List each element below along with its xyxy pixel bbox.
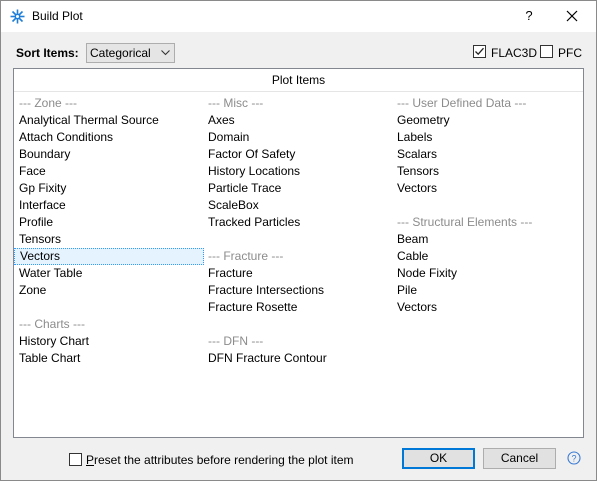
preset-attributes-checkbox[interactable] (69, 453, 82, 466)
close-icon[interactable] (559, 5, 585, 27)
list-spacer (392, 197, 581, 214)
plot-item[interactable]: Cable (392, 248, 581, 265)
plot-items-header: Plot Items (14, 69, 583, 92)
sort-items-label: Sort Items: (16, 46, 79, 60)
plot-items-panel: Plot Items --- Zone --- Analytical Therma… (13, 68, 584, 438)
plot-item[interactable]: Factor Of Safety (203, 146, 392, 163)
category-header: --- DFN --- (208, 334, 264, 348)
pfc-checkbox[interactable] (540, 45, 553, 58)
chevron-down-icon (161, 50, 170, 56)
plot-item[interactable]: Beam (392, 231, 581, 248)
sort-items-value: Categorical (90, 46, 151, 60)
plot-item[interactable]: Geometry (392, 112, 581, 129)
plot-item[interactable]: Analytical Thermal Source (14, 112, 204, 129)
plot-item[interactable]: Vectors (14, 248, 204, 265)
plot-item[interactable]: Fracture (203, 265, 392, 282)
plot-item[interactable]: Boundary (14, 146, 204, 163)
plot-item[interactable]: Face (14, 163, 204, 180)
plot-item[interactable]: Table Chart (14, 350, 204, 367)
plot-item[interactable]: Attach Conditions (14, 129, 204, 146)
window-title: Build Plot (32, 9, 83, 23)
plot-item[interactable]: Tensors (392, 163, 581, 180)
category-header: --- Charts --- (19, 317, 85, 331)
plot-item[interactable]: Vectors (392, 299, 581, 316)
app-icon (10, 9, 25, 24)
plot-item[interactable]: DFN Fracture Contour (203, 350, 392, 367)
plot-item[interactable]: History Locations (203, 163, 392, 180)
list-spacer (203, 231, 392, 248)
preset-attributes-label: Preset the attributes before rendering t… (86, 453, 354, 467)
checkmark-icon (475, 47, 484, 56)
plot-items-column-2: --- Misc --- Axes Domain Factor Of Safety Hi… (203, 95, 392, 367)
plot-item[interactable]: Fracture Rosette (203, 299, 392, 316)
build-plot-dialog: Build Plot ? Sort Items: Categorical FLA… (0, 0, 597, 481)
svg-text:?: ? (571, 454, 576, 464)
cancel-button[interactable]: Cancel (483, 448, 556, 469)
plot-item[interactable]: Tensors (14, 231, 204, 248)
plot-item[interactable]: Zone (14, 282, 204, 299)
plot-item[interactable]: Water Table (14, 265, 204, 282)
list-spacer (14, 299, 204, 316)
flac3d-label: FLAC3D (491, 46, 538, 60)
plot-items-column-1: --- Zone --- Analytical Thermal Source Att… (14, 95, 204, 367)
plot-items-column-3: --- User Defined Data --- Geometry Labels S… (392, 95, 581, 316)
list-spacer (203, 316, 392, 333)
plot-item[interactable]: Domain (203, 129, 392, 146)
plot-item[interactable]: Labels (392, 129, 581, 146)
plot-item[interactable]: ScaleBox (203, 197, 392, 214)
pfc-label: PFC (558, 46, 582, 60)
plot-item[interactable]: Particle Trace (203, 180, 392, 197)
help-title-button[interactable]: ? (516, 5, 542, 27)
category-header: --- Misc --- (208, 96, 264, 110)
category-header: --- Fracture --- (208, 249, 284, 263)
flac3d-checkbox[interactable] (473, 45, 486, 58)
plot-item[interactable]: Profile (14, 214, 204, 231)
plot-item[interactable]: Pile (392, 282, 581, 299)
plot-item[interactable]: Interface (14, 197, 204, 214)
title-bar: Build Plot ? (1, 1, 596, 32)
plot-item[interactable]: Scalars (392, 146, 581, 163)
plot-item[interactable]: Tracked Particles (203, 214, 392, 231)
ok-button[interactable]: OK (402, 448, 475, 469)
plot-item[interactable]: Vectors (392, 180, 581, 197)
plot-item[interactable]: History Chart (14, 333, 204, 350)
plot-item[interactable]: Node Fixity (392, 265, 581, 282)
category-header: --- Structural Elements --- (397, 215, 533, 229)
plot-item[interactable]: Gp Fixity (14, 180, 204, 197)
category-header: --- Zone --- (19, 96, 77, 110)
help-icon[interactable]: ? (567, 451, 581, 465)
plot-item[interactable]: Fracture Intersections (203, 282, 392, 299)
category-header: --- User Defined Data --- (397, 96, 527, 110)
sort-items-select[interactable]: Categorical (86, 43, 175, 63)
plot-item[interactable]: Axes (203, 112, 392, 129)
